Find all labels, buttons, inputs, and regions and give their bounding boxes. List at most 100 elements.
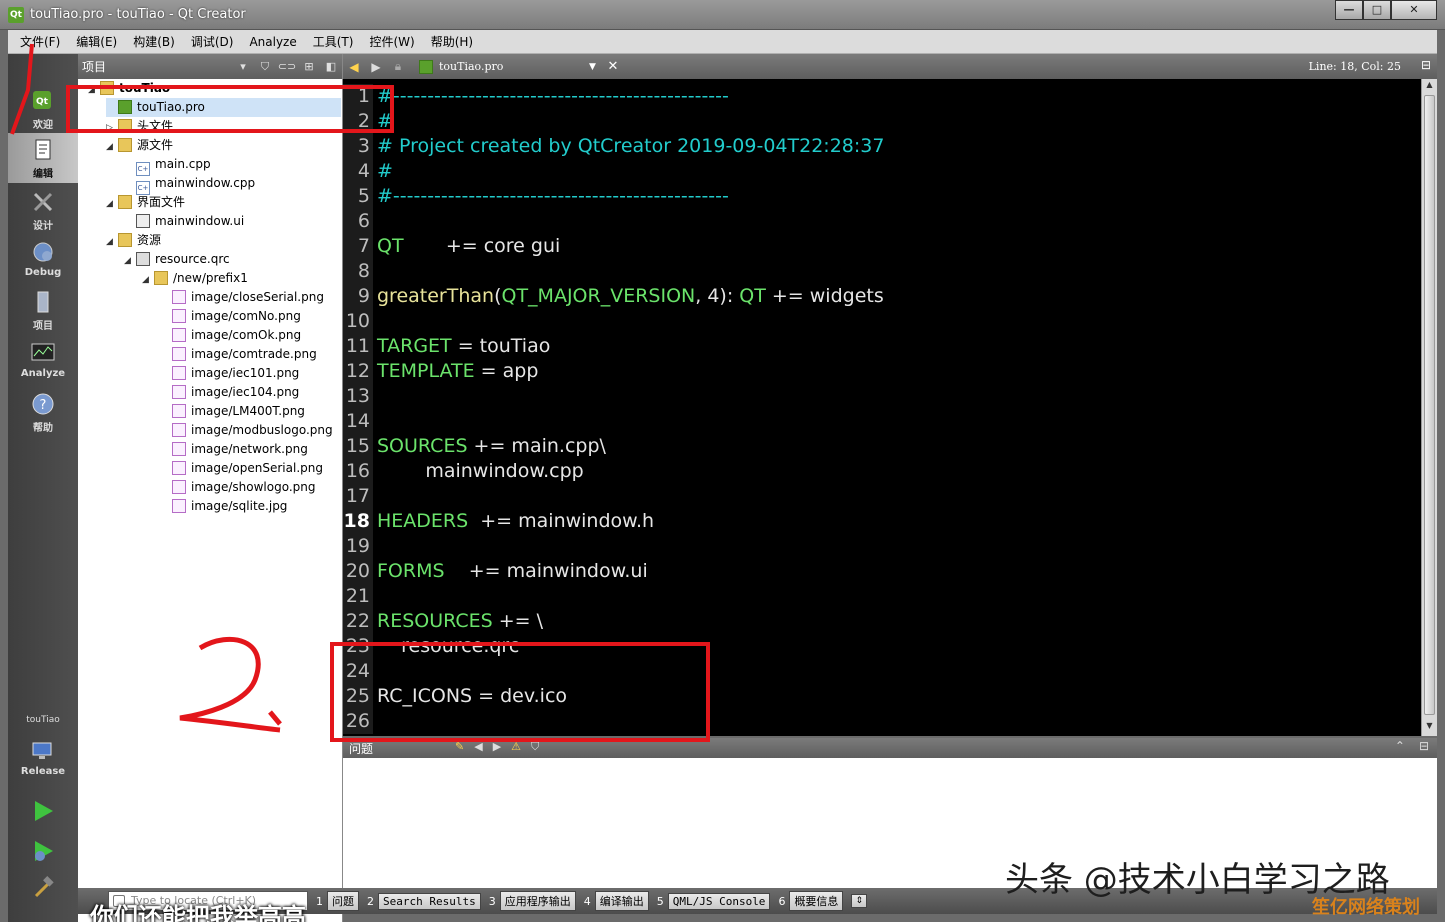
mode-design[interactable]: 设计 (8, 185, 78, 235)
code-line[interactable]: 18 HEADERS += mainwindow.h (343, 509, 1421, 534)
expanded-arrow-icon[interactable]: ◢ (142, 271, 154, 290)
code-line[interactable]: 12 TEMPLATE = app (343, 359, 1421, 384)
code-line[interactable]: 2 # (343, 109, 1421, 134)
back-arrow-icon[interactable]: ◀ (343, 60, 365, 74)
code-line[interactable]: 20 FORMS += mainwindow.ui (343, 559, 1421, 584)
output-tab[interactable]: 2 Search Results (367, 891, 481, 911)
link-icon[interactable]: ⊂⊃ (276, 60, 298, 73)
menu-help[interactable]: 帮助(H) (423, 33, 481, 50)
tree-item[interactable]: image/sqlite.jpg (160, 497, 287, 516)
code-line[interactable]: 21 (343, 584, 1421, 609)
menu-edit[interactable]: 编辑(E) (68, 33, 125, 50)
dropdown-icon[interactable]: ▾ (232, 60, 254, 73)
scroll-down-icon[interactable]: ▼ (1422, 721, 1437, 735)
kit-selector[interactable]: Release (8, 734, 78, 784)
tree-item[interactable]: ◢ 源文件 (106, 136, 173, 155)
menu-build[interactable]: 构建(B) (125, 33, 183, 50)
code-line[interactable]: 10 (343, 309, 1421, 334)
code-line[interactable]: 9 greaterThan(QT_MAJOR_VERSION, 4): QT +=… (343, 284, 1421, 309)
code-line[interactable]: 13 (343, 384, 1421, 409)
code-line[interactable]: 16 mainwindow.cpp (343, 459, 1421, 484)
scrollbar-thumb[interactable] (1424, 95, 1435, 715)
close-panel-icon[interactable]: ◧ (320, 60, 342, 73)
maximize-panel-icon[interactable]: ⌃ (1395, 739, 1405, 753)
maximize-button[interactable]: □ (1363, 0, 1391, 20)
tree-item[interactable]: image/iec101.png (160, 364, 299, 383)
expanded-arrow-icon[interactable]: ◢ (106, 233, 118, 252)
expanded-arrow-icon[interactable]: ◢ (106, 138, 118, 157)
tree-item[interactable]: image/showlogo.png (160, 478, 316, 497)
menu-analyze[interactable]: Analyze (241, 35, 304, 49)
code-line[interactable]: 19 (343, 534, 1421, 559)
menu-debug[interactable]: 调试(D) (183, 33, 242, 50)
code-line[interactable]: 5 #--------------------------------------… (343, 184, 1421, 209)
code-line[interactable]: 15 SOURCES += main.cpp\ (343, 434, 1421, 459)
code-line[interactable]: 11 TARGET = touTiao (343, 334, 1421, 359)
close-panel-icon[interactable]: ⊟ (1419, 739, 1429, 753)
output-tab[interactable]: 5 QML/JS Console (657, 891, 771, 911)
code-line[interactable]: 22 RESOURCES += \ (343, 609, 1421, 634)
tree-item[interactable]: image/modbuslogo.png (160, 421, 333, 440)
clear-icon[interactable]: ✎ (455, 740, 464, 754)
prev-icon[interactable]: ◀ (474, 740, 482, 754)
next-icon[interactable]: ▶ (493, 740, 501, 754)
code-editor[interactable]: 1 #--------------------------------------… (343, 79, 1421, 736)
code-line[interactable]: 14 (343, 409, 1421, 434)
output-tab[interactable]: 1 问题 (316, 891, 359, 911)
tree-item[interactable]: image/comtrade.png (160, 345, 317, 364)
tree-item[interactable]: C+ main.cpp (124, 155, 211, 176)
code-line[interactable]: 17 (343, 484, 1421, 509)
split-icon[interactable]: ⊞ (298, 60, 320, 73)
code-line[interactable]: 8 (343, 259, 1421, 284)
tree-item[interactable]: image/comNo.png (160, 307, 301, 326)
project-panel-title[interactable]: 项目 (82, 58, 232, 75)
menu-file[interactable]: 文件(F) (12, 33, 68, 50)
output-tab[interactable]: 6 概要信息 (778, 891, 844, 911)
editor-scrollbar[interactable]: ▲ ▼ (1421, 79, 1437, 736)
minimize-button[interactable]: — (1335, 0, 1363, 20)
output-tab[interactable]: 4 编译输出 (584, 891, 649, 911)
mode-edit[interactable]: 编辑 (8, 133, 78, 183)
tree-item[interactable]: image/openSerial.png (160, 459, 323, 478)
tree-item[interactable]: ◢ /new/prefix1 (142, 269, 248, 288)
scroll-up-icon[interactable]: ▲ (1422, 80, 1437, 94)
open-file-name[interactable]: touTiao.pro (439, 60, 589, 73)
tree-item[interactable]: image/comOk.png (160, 326, 301, 345)
split-editor-icon[interactable]: ⊟ (1421, 58, 1431, 72)
expanded-arrow-icon[interactable]: ◢ (106, 195, 118, 214)
output-tabs-scroll-icon[interactable]: ⇕ (851, 894, 867, 908)
tree-item[interactable]: ◢ resource.qrc (124, 250, 230, 269)
tree-item[interactable]: C+ mainwindow.cpp (124, 174, 255, 195)
build-hammer-button[interactable] (30, 874, 56, 900)
close-window-button[interactable]: ✕ (1391, 0, 1437, 20)
warning-icon[interactable]: ⚠ (511, 740, 521, 754)
lock-icon[interactable]: 🔒︎ (387, 59, 409, 74)
tree-item[interactable]: image/iec104.png (160, 383, 299, 402)
close-file-icon[interactable]: ✕ (603, 59, 623, 74)
debug-run-button[interactable] (30, 838, 56, 864)
filter-icon[interactable]: ⛉ (254, 60, 276, 74)
tree-item[interactable]: image/network.png (160, 440, 308, 459)
mode-help[interactable]: ? 帮助 (8, 387, 78, 437)
run-button[interactable] (30, 798, 56, 824)
code-line[interactable]: 6 (343, 209, 1421, 234)
output-tab[interactable]: 3 应用程序输出 (489, 891, 576, 911)
code-line[interactable]: 7 QT += core gui (343, 234, 1421, 259)
forward-arrow-icon[interactable]: ▶ (365, 60, 387, 74)
mode-debug[interactable]: Debug (8, 235, 78, 285)
mode-project[interactable]: 项目 (8, 285, 78, 335)
filter-issues-icon[interactable]: ⛉ (531, 740, 539, 754)
tree-item[interactable]: ◢ 界面文件 (106, 193, 185, 212)
mode-analyze[interactable]: Analyze (8, 336, 78, 386)
expanded-arrow-icon[interactable]: ◢ (124, 252, 136, 271)
tree-item[interactable]: ◢ 资源 (106, 231, 161, 250)
menu-widgets[interactable]: 控件(W) (361, 33, 422, 50)
file-dropdown-icon[interactable]: ▼ (589, 62, 603, 72)
tree-item[interactable]: mainwindow.ui (124, 212, 244, 231)
code-line[interactable]: 4 # (343, 159, 1421, 184)
tree-item[interactable]: image/closeSerial.png (160, 288, 324, 307)
code-line[interactable]: 1 #--------------------------------------… (343, 84, 1421, 109)
code-line[interactable]: 3 # Project created by QtCreator 2019-09-… (343, 134, 1421, 159)
tree-item[interactable]: image/LM400T.png (160, 402, 305, 421)
menu-tools[interactable]: 工具(T) (305, 33, 362, 50)
